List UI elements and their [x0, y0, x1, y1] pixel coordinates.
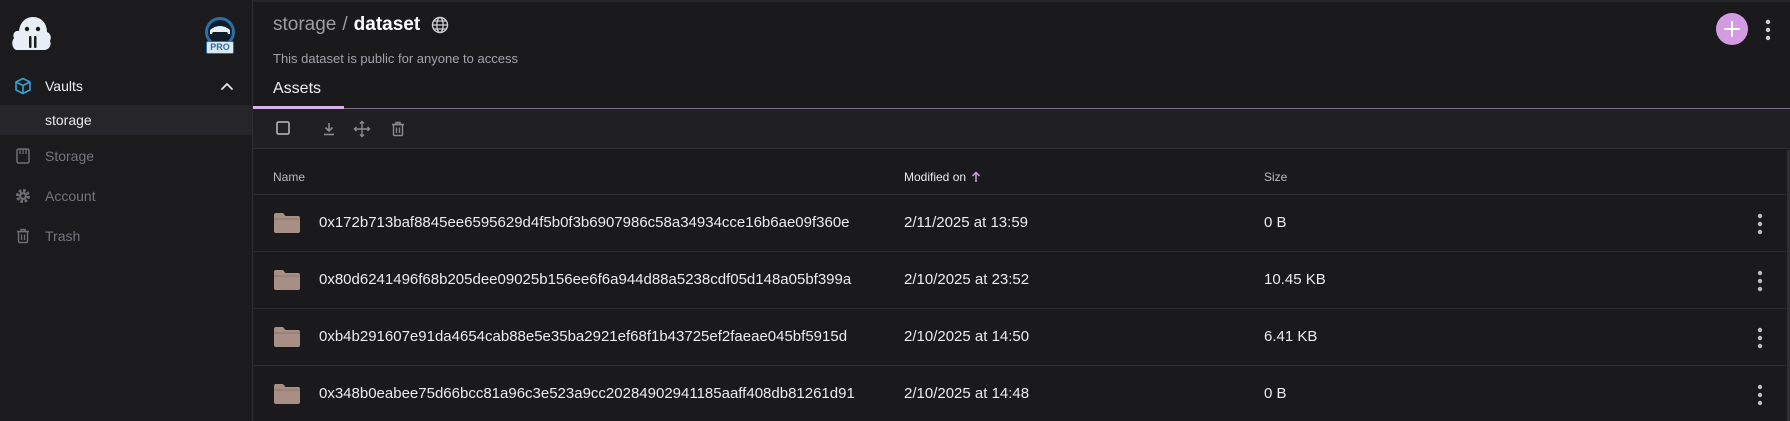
- breadcrumb-current: dataset: [353, 14, 421, 35]
- column-header-modified[interactable]: Modified on: [904, 170, 981, 184]
- folder-icon: [274, 270, 300, 290]
- page-subtitle: This dataset is public for anyone to acc…: [273, 51, 518, 66]
- globe-icon: [431, 16, 449, 34]
- sidebar-item-label: storage: [45, 112, 92, 128]
- storage-icon: [16, 148, 30, 164]
- sidebar-item-vault-storage[interactable]: storage: [0, 105, 252, 135]
- cell-name[interactable]: 0x348b0eabee75d66bcc81a96c3e523a9cc20284…: [319, 385, 855, 402]
- table-row[interactable]: 0x348b0eabee75d66bcc81a96c3e523a9cc20284…: [253, 366, 1787, 421]
- sidebar-item-label: Account: [45, 188, 96, 204]
- main-content: storage / dataset This dataset is public…: [253, 0, 1790, 421]
- column-header-name[interactable]: Name: [273, 170, 305, 184]
- pro-badge: PRO: [206, 41, 234, 54]
- sidebar-item-vaults[interactable]: Vaults: [0, 66, 252, 106]
- more-options-icon[interactable]: [1755, 326, 1765, 350]
- column-header-size[interactable]: Size: [1264, 170, 1287, 184]
- sidebar: PRO Vaults storage Storage Account Trash: [0, 0, 253, 421]
- cube-icon: [15, 77, 31, 95]
- folder-icon: [274, 327, 300, 347]
- more-options-icon[interactable]: [1755, 269, 1765, 293]
- cell-size: 0 B: [1264, 214, 1287, 231]
- cell-name[interactable]: 0x80d6241496f68b205dee09025b156ee6f6a944…: [319, 271, 851, 288]
- plus-icon: [1724, 21, 1740, 37]
- sidebar-item-trash[interactable]: Trash: [0, 216, 252, 256]
- trash-icon: [17, 228, 29, 244]
- cell-modified: 2/10/2025 at 14:48: [904, 385, 1030, 402]
- table-row[interactable]: 0x172b713baf8845ee6595629d4f5b0f3b690798…: [253, 195, 1787, 252]
- gear-icon: [16, 189, 30, 203]
- chevron-up-icon[interactable]: [220, 80, 234, 92]
- sort-ascending-icon: [972, 171, 981, 182]
- folder-icon: [274, 213, 300, 233]
- sidebar-item-label: Storage: [45, 148, 95, 164]
- more-options-icon[interactable]: [1763, 18, 1773, 42]
- sidebar-item-label: Vaults: [45, 78, 83, 94]
- tab-assets[interactable]: Assets: [253, 76, 341, 107]
- cell-name[interactable]: 0xb4b291607e91da4654cab88e5e35ba2921ef68…: [319, 328, 847, 345]
- folder-icon: [274, 384, 300, 404]
- cell-size: 10.45 KB: [1264, 271, 1326, 288]
- toolbar: [253, 109, 1790, 149]
- cell-modified: 2/10/2025 at 14:50: [904, 328, 1030, 345]
- walrus-logo-icon[interactable]: [10, 14, 52, 54]
- sidebar-item-label: Trash: [45, 228, 81, 244]
- trash-icon[interactable]: [389, 120, 407, 138]
- add-button[interactable]: [1716, 13, 1748, 45]
- cell-name[interactable]: 0x172b713baf8845ee6595629d4f5b0f3b690798…: [319, 214, 850, 231]
- cell-size: 0 B: [1264, 385, 1287, 402]
- tab-bar: Assets: [253, 76, 1790, 109]
- table-row[interactable]: 0x80d6241496f68b205dee09025b156ee6f6a944…: [253, 252, 1787, 309]
- cell-modified: 2/10/2025 at 23:52: [904, 271, 1030, 288]
- assets-table: Name Modified on Size 0x172b713baf8845ee…: [253, 150, 1787, 421]
- select-all-checkbox[interactable]: [274, 120, 292, 138]
- move-icon[interactable]: [353, 120, 371, 138]
- cell-modified: 2/11/2025 at 13:59: [904, 214, 1028, 231]
- app-window: PRO Vaults storage Storage Account Trash…: [0, 0, 1790, 421]
- table-header: Name Modified on Size: [253, 150, 1787, 195]
- breadcrumb-separator: /: [342, 14, 348, 35]
- more-options-icon[interactable]: [1755, 212, 1765, 236]
- download-icon[interactable]: [320, 120, 338, 138]
- sidebar-item-storage[interactable]: Storage: [0, 136, 252, 176]
- cell-size: 6.41 KB: [1264, 328, 1318, 345]
- top-divider: [253, 0, 1790, 2]
- column-header-label: Modified on: [904, 170, 967, 184]
- breadcrumb: storage / dataset: [273, 14, 450, 36]
- breadcrumb-parent[interactable]: storage: [273, 14, 336, 36]
- table-row[interactable]: 0xb4b291607e91da4654cab88e5e35ba2921ef68…: [253, 309, 1787, 366]
- more-options-icon[interactable]: [1755, 383, 1765, 407]
- sidebar-item-account[interactable]: Account: [0, 176, 252, 216]
